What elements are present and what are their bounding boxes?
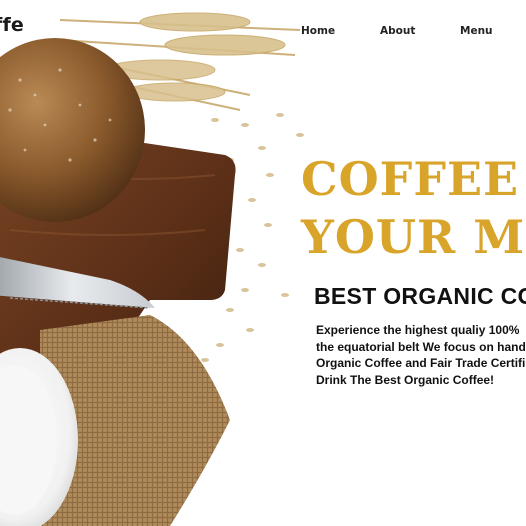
nav-home-link[interactable]: Home bbox=[301, 25, 335, 37]
hero-title-line-1: COFFEE bbox=[301, 152, 520, 206]
description-line: the equatorial belt We focus on hand bbox=[316, 339, 526, 354]
hero-title-line-2: YOUR MI bbox=[301, 210, 526, 264]
nav-menu-link[interactable]: Menu bbox=[460, 25, 493, 37]
nav-about-link[interactable]: About bbox=[380, 25, 415, 37]
hero-title: COFFEE YOUR MI bbox=[301, 150, 526, 266]
hero-description: Experience the highest qualiy 100% the e… bbox=[316, 322, 526, 388]
description-line: Drink The Best Organic Coffee! bbox=[316, 372, 495, 387]
description-line: Experience the highest qualiy 100% bbox=[316, 323, 520, 337]
main-nav: Home About Menu bbox=[0, 25, 526, 41]
hero-subtitle: BEST ORGANIC CO bbox=[314, 283, 526, 309]
description-line: Organic Coffee and Fair Trade Certifi bbox=[316, 356, 526, 370]
